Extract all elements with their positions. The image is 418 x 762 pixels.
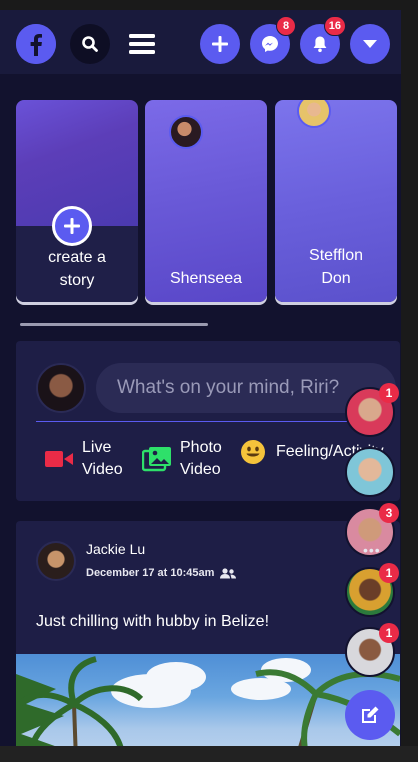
story-card-stefflon-don[interactable]: Stefflon Don xyxy=(275,100,397,302)
live-video-button[interactable]: Live Video xyxy=(44,437,123,481)
action-label-line2: Video xyxy=(82,461,123,478)
story-card-create[interactable]: create a story xyxy=(16,100,138,302)
window-top-strip xyxy=(0,0,418,10)
stories-scrollbar[interactable] xyxy=(20,323,208,326)
post-composer: What's on your mind, Riri? Live Video Ph… xyxy=(16,341,400,501)
plus-icon xyxy=(212,36,228,52)
chat-head-badge: 1 xyxy=(379,383,399,403)
live-video-label: Live Video xyxy=(82,437,123,481)
caret-down-icon xyxy=(363,40,377,48)
post-author[interactable]: Jackie Lu xyxy=(86,541,145,557)
divider xyxy=(36,421,380,422)
new-message-button[interactable] xyxy=(345,690,395,740)
top-nav-bar: 8 16 xyxy=(0,10,401,74)
action-label-line1: Live xyxy=(82,439,112,456)
chat-head[interactable]: 1 xyxy=(345,623,399,677)
post-timestamp: December 17 at 10:45am xyxy=(86,567,237,579)
story-card-shenseea[interactable]: Shenseea xyxy=(145,100,267,302)
more-dots-icon[interactable]: ••• xyxy=(363,543,381,557)
messenger-icon xyxy=(262,36,278,52)
messenger-button[interactable]: 8 xyxy=(250,16,296,64)
video-camera-icon xyxy=(44,444,74,474)
notifications-button[interactable]: 16 xyxy=(300,16,346,64)
chat-head-badge: 1 xyxy=(379,563,399,583)
photo-video-label: Photo Video xyxy=(180,437,222,481)
action-label-line1: Photo xyxy=(180,439,222,456)
search-button[interactable] xyxy=(70,24,110,64)
create-button[interactable] xyxy=(200,24,240,64)
chat-head[interactable] xyxy=(345,447,395,497)
app-viewport: 8 16 create a story Shenseea Stefflon Do… xyxy=(0,10,401,746)
chat-head-badge: 1 xyxy=(379,623,399,643)
hamburger-menu-icon xyxy=(129,34,155,54)
story-avatar xyxy=(169,115,203,149)
create-story-plus-icon[interactable] xyxy=(52,206,92,246)
story-label: create a story xyxy=(16,246,138,292)
photo-icon xyxy=(142,444,172,474)
story-label-line2: Don xyxy=(321,270,351,287)
messenger-badge: 8 xyxy=(276,16,296,36)
post-photo[interactable] xyxy=(16,654,400,746)
story-label: Shenseea xyxy=(169,270,243,287)
avatar[interactable] xyxy=(36,363,86,413)
story-label: Stefflon Don xyxy=(275,244,397,290)
edit-icon xyxy=(362,706,379,723)
photo-video-button[interactable]: Photo Video xyxy=(142,437,222,481)
feed-post: Jackie Lu December 17 at 10:45am Just ch… xyxy=(16,521,400,746)
window-bottom-strip xyxy=(0,746,418,762)
story-label-line2: story xyxy=(59,272,95,289)
search-icon xyxy=(82,36,98,52)
action-label-line2: Video xyxy=(180,461,221,478)
avatar[interactable] xyxy=(36,541,76,581)
story-label-line1: Stefflon xyxy=(309,247,363,264)
scrollbar-gutter xyxy=(401,10,418,756)
post-timestamp-text[interactable]: December 17 at 10:45am xyxy=(86,567,214,579)
chat-head[interactable]: 1 xyxy=(345,563,399,617)
hamburger-menu-button[interactable] xyxy=(122,24,162,64)
account-menu-button[interactable] xyxy=(350,24,390,64)
chat-head[interactable]: 1 xyxy=(345,383,399,437)
facebook-logo-icon[interactable] xyxy=(16,24,56,64)
notifications-badge: 16 xyxy=(323,16,346,36)
story-label-line1: create a xyxy=(48,249,106,266)
smiley-icon xyxy=(238,437,268,467)
friends-icon xyxy=(220,567,237,578)
chat-head-badge: 3 xyxy=(379,503,399,523)
post-text: Just chilling with hubby in Belize! xyxy=(36,613,270,630)
bell-icon xyxy=(313,36,327,53)
